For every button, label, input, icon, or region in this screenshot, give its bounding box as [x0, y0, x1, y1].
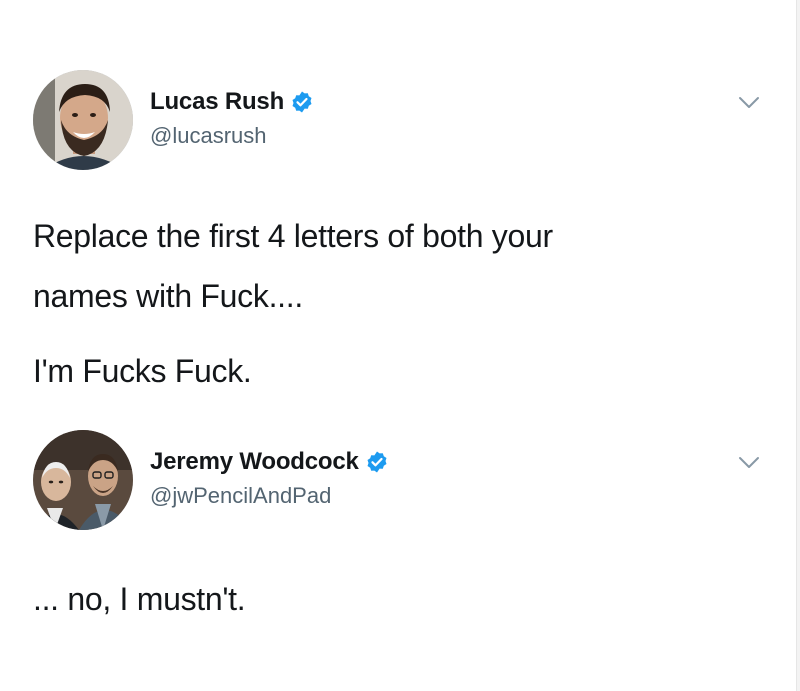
author-display-name[interactable]: Lucas Rush — [150, 88, 284, 116]
verified-badge-icon — [367, 451, 387, 473]
tweet-text-line: names with Fuck.... — [33, 278, 303, 314]
verified-badge-icon — [292, 91, 312, 113]
avatar-photo-two-men-icon — [33, 430, 133, 530]
avatar[interactable] — [33, 430, 133, 530]
author-display-name[interactable]: Jeremy Woodcock — [150, 448, 359, 476]
author-handle[interactable]: @jwPencilAndPad — [150, 483, 331, 509]
avatar-photo-man-beard-icon — [33, 70, 133, 170]
right-edge-divider — [796, 0, 800, 691]
tweet-text-line: Replace the first 4 letters of both your — [33, 218, 553, 254]
author-name-line[interactable]: Jeremy Woodcock — [150, 448, 389, 476]
chevron-down-icon[interactable] — [738, 96, 760, 110]
tweet-text-line: ... no, I mustn't. — [33, 581, 246, 617]
chevron-down-icon[interactable] — [738, 456, 760, 470]
tweet-text-line: I'm Fucks Fuck. — [33, 353, 252, 389]
author-name-line[interactable]: Lucas Rush — [150, 88, 314, 116]
author-handle[interactable]: @lucasrush — [150, 123, 267, 149]
avatar[interactable] — [33, 70, 133, 170]
